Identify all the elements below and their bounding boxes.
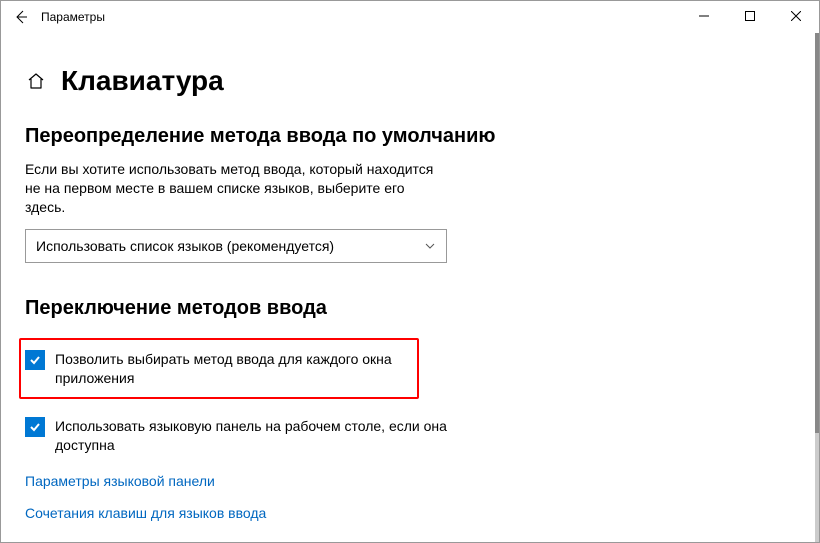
window-controls	[681, 1, 819, 31]
option-lang-bar-row[interactable]: Использовать языковую панель на рабочем …	[25, 413, 455, 459]
option-lang-bar-label: Использовать языковую панель на рабочем …	[55, 417, 455, 455]
page-header: Клавиатура	[25, 65, 795, 97]
scrollbar[interactable]	[815, 33, 819, 542]
close-button[interactable]	[773, 1, 819, 31]
maximize-button[interactable]	[727, 1, 773, 31]
minimize-button[interactable]	[681, 1, 727, 31]
page-title: Клавиатура	[61, 65, 224, 97]
window-title: Параметры	[41, 10, 105, 24]
section1-desc: Если вы хотите использовать метод ввода,…	[25, 160, 445, 217]
checkbox-lang-bar[interactable]	[25, 417, 45, 437]
default-input-method-dropdown[interactable]: Использовать список языков (рекомендуетс…	[25, 229, 447, 263]
section2-title: Переключение методов ввода	[25, 297, 795, 320]
option-per-window-label: Позволить выбирать метод ввода для каждо…	[55, 350, 413, 388]
link-input-hotkeys[interactable]: Сочетания клавиш для языков ввода	[25, 505, 795, 521]
back-button[interactable]	[9, 5, 33, 29]
dropdown-value: Использовать список языков (рекомендуетс…	[36, 238, 334, 254]
link-lang-panel-settings[interactable]: Параметры языковой панели	[25, 473, 795, 489]
section1-title: Переопределение метода ввода по умолчани…	[25, 125, 795, 148]
checkbox-per-window[interactable]	[25, 350, 45, 370]
option-per-window-row[interactable]: Позволить выбирать метод ввода для каждо…	[25, 350, 413, 388]
scrollbar-thumb[interactable]	[815, 33, 819, 433]
chevron-down-icon	[424, 240, 436, 252]
home-icon[interactable]	[25, 70, 47, 92]
highlight-box: Позволить выбирать метод ввода для каждо…	[19, 338, 419, 400]
page-content: Клавиатура Переопределение метода ввода …	[1, 33, 819, 521]
